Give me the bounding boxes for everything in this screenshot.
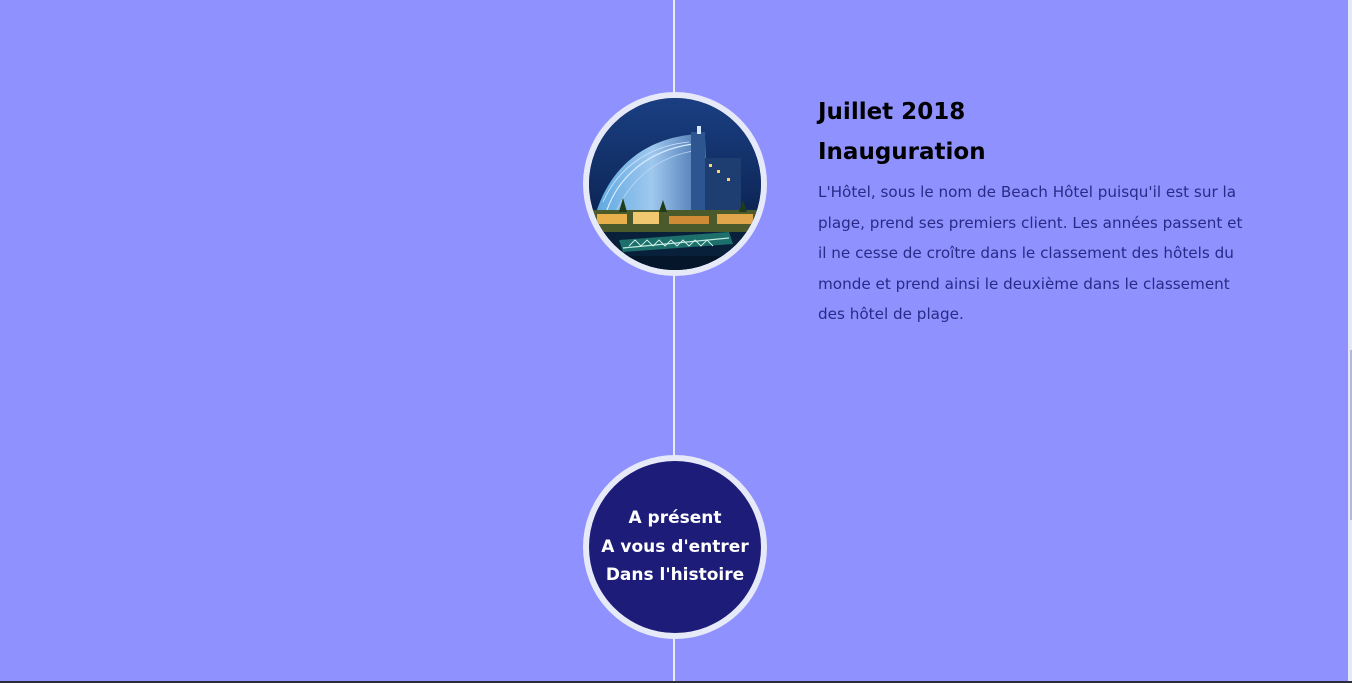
final-circle: A présent A vous d'entrer Dans l'histoir… — [583, 455, 767, 639]
page: Juillet 2018 Inauguration L'Hôtel, sous … — [0, 0, 1352, 683]
event-content: Juillet 2018 Inauguration L'Hôtel, sous … — [818, 92, 1248, 330]
final-line-2: A vous d'entrer — [601, 536, 749, 557]
event-image — [583, 92, 767, 276]
event-title: Inauguration — [818, 139, 986, 165]
final-line-1: A présent — [628, 508, 722, 529]
event-description: L'Hôtel, sous le nom de Beach Hôtel puis… — [818, 183, 1243, 323]
final-line-3: Dans l'histoire — [605, 565, 745, 586]
event-date: Juillet 2018 — [818, 99, 966, 125]
hotel-photo-icon — [589, 98, 761, 270]
scrollbar[interactable] — [1348, 0, 1352, 683]
